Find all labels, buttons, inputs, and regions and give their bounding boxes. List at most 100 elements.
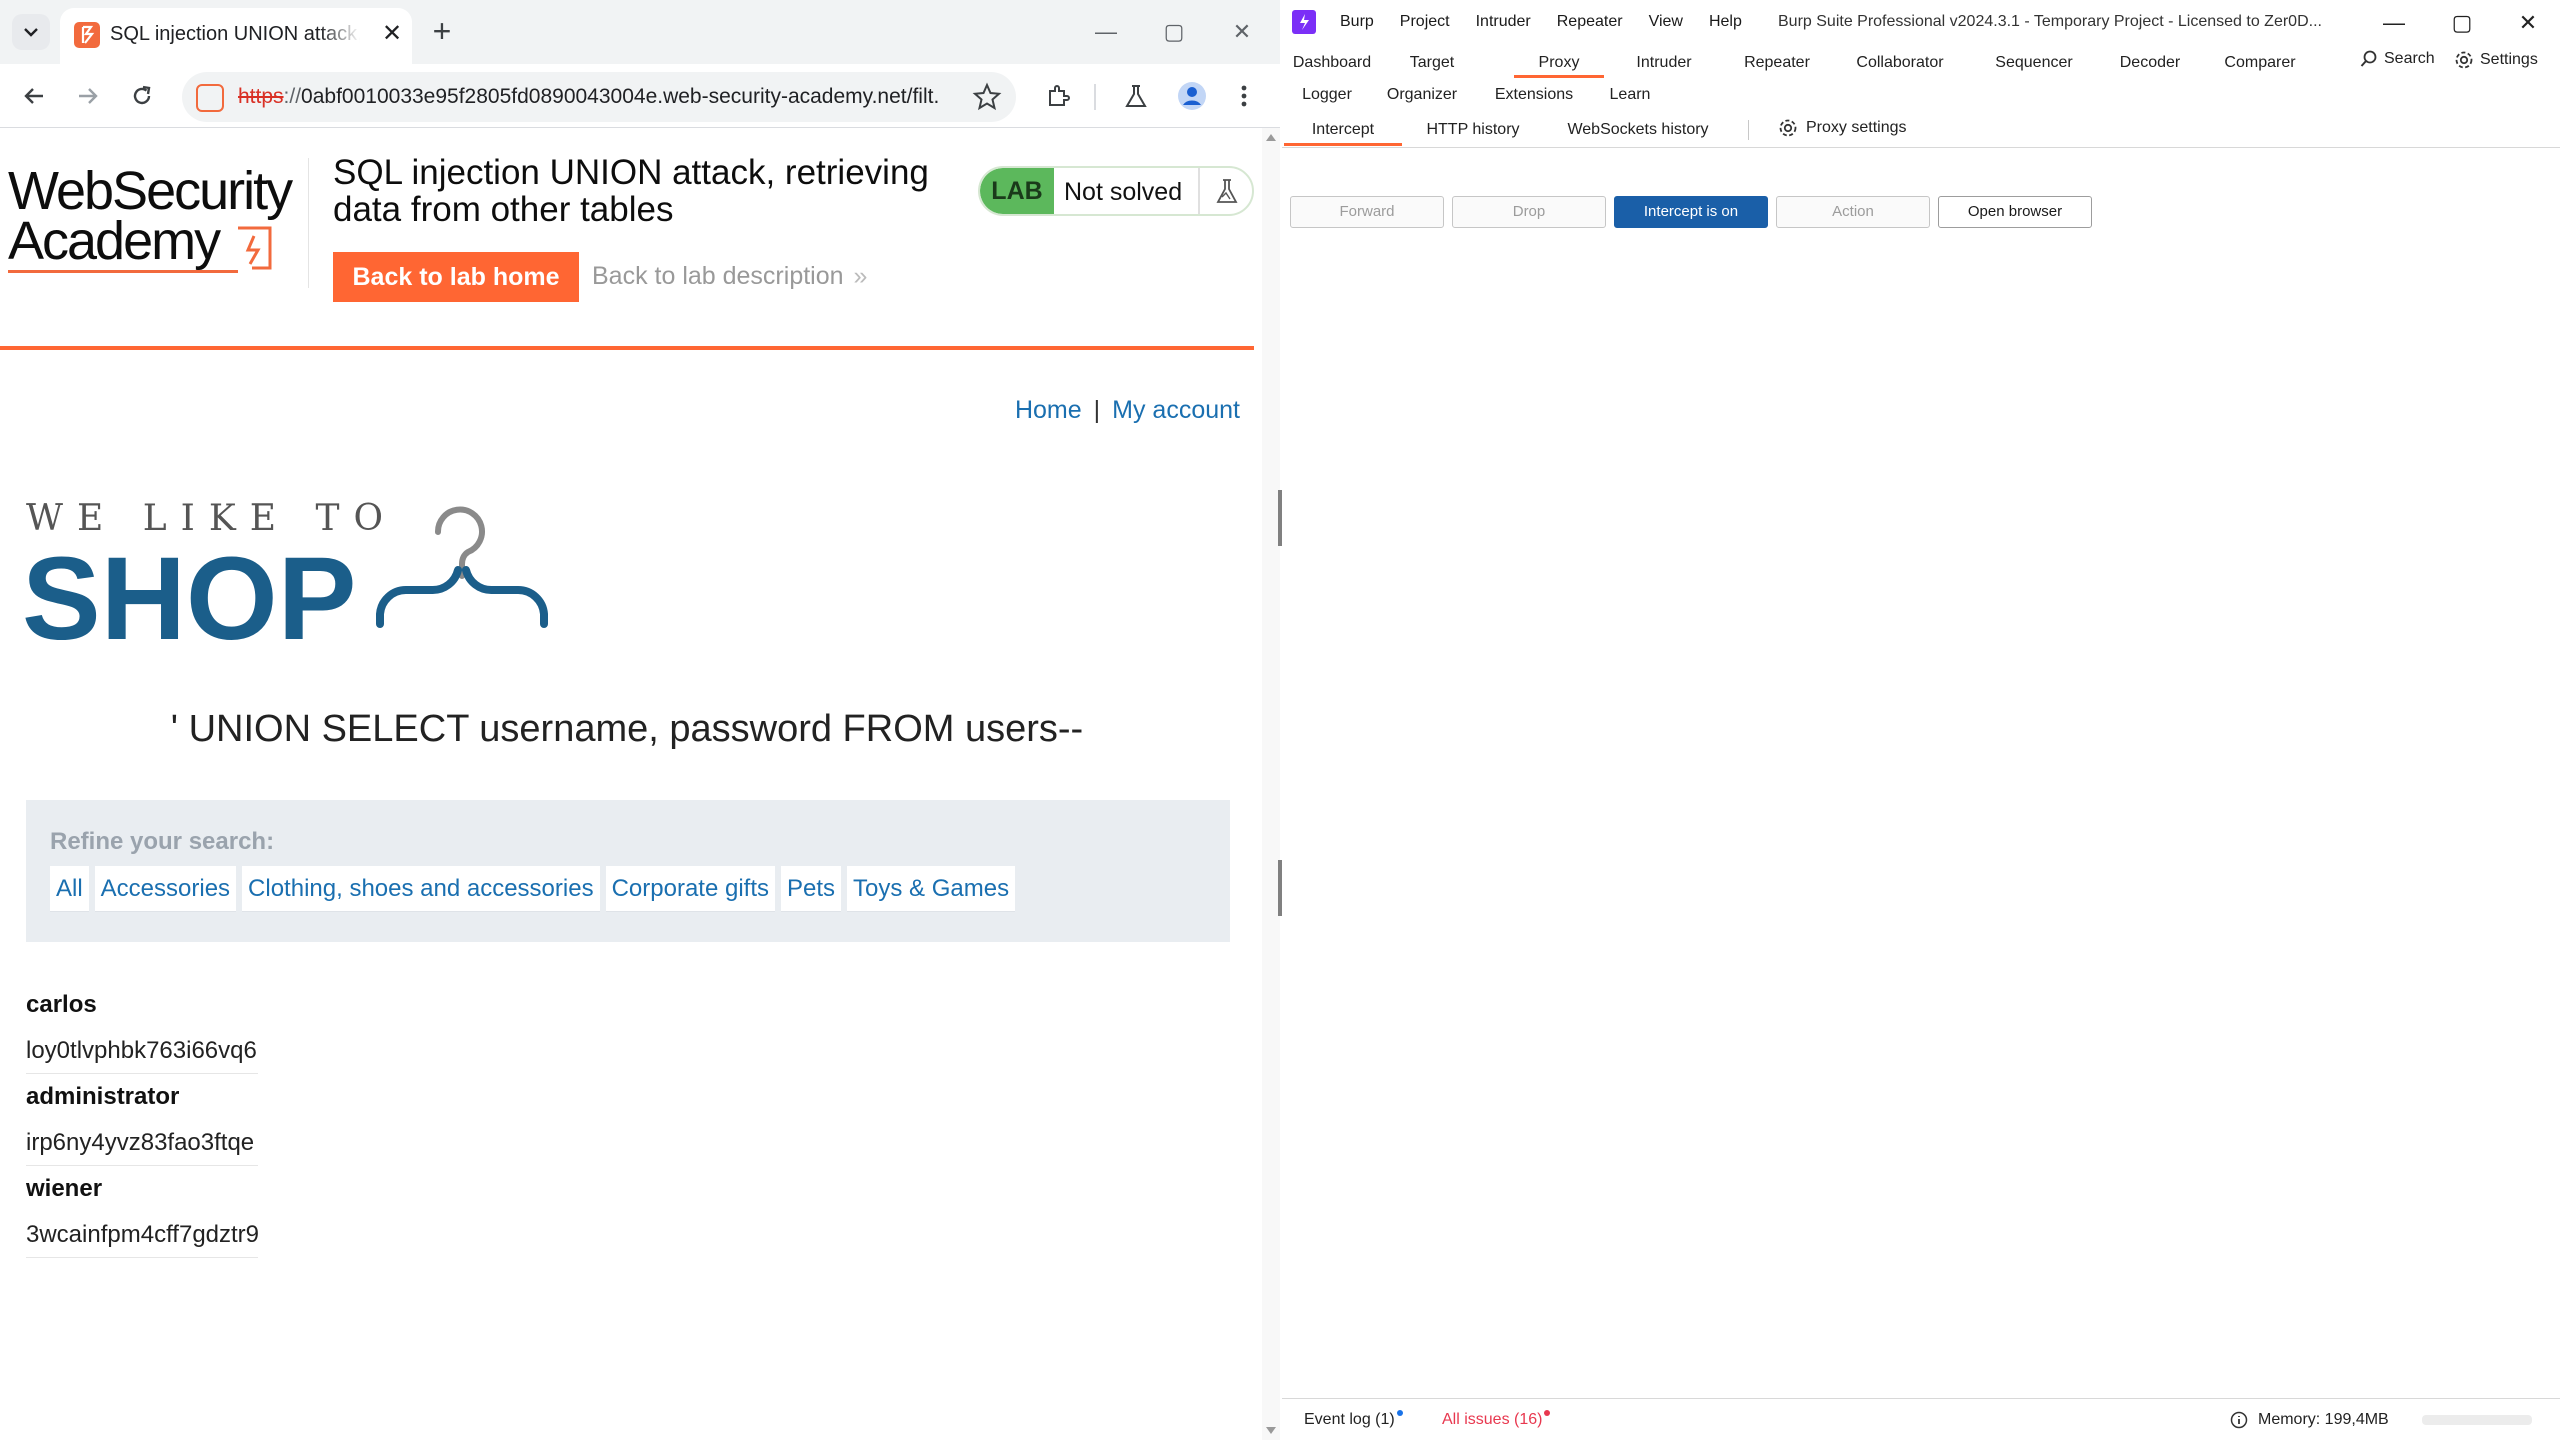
burp-close-button[interactable]: ✕ — [2508, 6, 2548, 40]
kebab-menu-icon[interactable] — [1226, 78, 1262, 114]
drop-button[interactable]: Drop — [1452, 196, 1606, 228]
tab-dashboard[interactable]: Dashboard — [1292, 48, 1372, 78]
tab-extensions[interactable]: Extensions — [1482, 80, 1586, 110]
proxy-settings-button[interactable]: Proxy settings — [1778, 118, 1906, 138]
tab-close-icon[interactable]: ✕ — [378, 20, 406, 48]
memory-usage-bar — [2422, 1415, 2532, 1425]
maximize-button[interactable]: ▢ — [1154, 12, 1194, 52]
memory-indicator: Memory: 199,4MB — [2230, 1411, 2389, 1429]
tab-intruder[interactable]: Intruder — [1618, 48, 1710, 78]
tab-organizer[interactable]: Organizer — [1374, 80, 1470, 110]
tab-title: SQL injection UNION attack, retrieving d… — [110, 23, 360, 46]
subtab-http-history[interactable]: HTTP history — [1414, 116, 1532, 146]
menu-view[interactable]: View — [1649, 13, 1683, 31]
result-password: loy0tlvphbk763i66vq6 — [26, 1028, 258, 1074]
burp-search-button[interactable]: Search — [2360, 50, 2435, 68]
filter-clothing[interactable]: Clothing, shoes and accessories — [242, 866, 600, 912]
back-to-lab-description-link[interactable]: Back to lab description» — [592, 262, 867, 291]
page-content: WebSecurity Academy SQL injection UNION … — [0, 128, 1270, 1440]
open-browser-button[interactable]: Open browser — [1938, 196, 2092, 228]
home-link[interactable]: Home — [1015, 396, 1082, 424]
burp-suite-window: Burp Project Intruder Repeater View Help… — [1278, 0, 2560, 1440]
forward-arrow-icon[interactable] — [70, 78, 106, 114]
gear-icon — [1779, 119, 1797, 137]
result-username: administrator — [26, 1083, 180, 1110]
lab-status-text: Not solved — [1064, 178, 1183, 206]
subtab-intercept[interactable]: Intercept — [1284, 116, 1402, 146]
action-button[interactable]: Action — [1776, 196, 1930, 228]
burp-main-tabs: Dashboard Target Proxy Intruder Repeater… — [1282, 46, 2560, 112]
menu-burp[interactable]: Burp — [1340, 13, 1374, 31]
bookmark-star-icon[interactable] — [972, 82, 1002, 112]
filter-all[interactable]: All — [50, 866, 89, 912]
hanger-icon — [376, 506, 548, 628]
event-notification-dot — [1396, 1410, 1403, 1416]
site-info-icon[interactable] — [196, 84, 224, 112]
minimize-button[interactable]: — — [1086, 12, 1126, 52]
search-icon — [2360, 50, 2377, 67]
toolbar-divider — [1094, 84, 1096, 110]
back-arrow-icon[interactable] — [16, 78, 52, 114]
browser-tab[interactable]: SQL injection UNION attack, retrieving d… — [60, 8, 412, 64]
page-scrollbar[interactable] — [1262, 128, 1280, 1440]
close-window-button[interactable]: ✕ — [1222, 12, 1262, 52]
address-bar[interactable]: https://0abf0010033e95f2805fd0890043004e… — [182, 72, 1016, 122]
results-table: carlos loy0tlvphbk763i66vq6 administrato… — [26, 982, 326, 1258]
back-to-lab-home-button[interactable]: Back to lab home — [333, 252, 579, 302]
proxy-subtabs: Intercept HTTP history WebSockets histor… — [1282, 112, 2560, 148]
burp-maximize-button[interactable]: ▢ — [2442, 6, 2482, 40]
double-chevron-icon: » — [853, 262, 868, 290]
scroll-down-arrow-icon[interactable] — [1266, 1427, 1276, 1434]
tab-proxy[interactable]: Proxy — [1514, 48, 1604, 78]
event-log-link[interactable]: Event log (1) — [1304, 1410, 1403, 1429]
menu-intruder[interactable]: Intruder — [1476, 13, 1531, 31]
subtab-websockets-history[interactable]: WebSockets history — [1552, 116, 1724, 146]
menu-project[interactable]: Project — [1400, 13, 1450, 31]
burp-settings-button[interactable]: Settings — [2454, 50, 2538, 70]
filter-corporate-gifts[interactable]: Corporate gifts — [605, 866, 775, 912]
portswigger-favicon-icon — [74, 22, 100, 48]
academy-mark-icon — [238, 226, 272, 270]
category-filters: All Accessories Clothing, shoes and acce… — [50, 866, 1016, 912]
burp-title-bar: Burp Project Intruder Repeater View Help… — [1282, 0, 2560, 46]
url-text[interactable]: https://0abf0010033e95f2805fd0890043004e… — [238, 85, 938, 109]
shop-logo-word: SHOP — [22, 533, 357, 665]
new-tab-button[interactable]: + — [424, 14, 460, 50]
filter-pets[interactable]: Pets — [780, 866, 842, 912]
tab-collaborator[interactable]: Collaborator — [1842, 48, 1958, 78]
profile-avatar-icon[interactable] — [1174, 78, 1210, 114]
burp-status-bar: Event log (1) All issues (16) Memory: 19… — [1282, 1398, 2560, 1440]
tab-sequencer[interactable]: Sequencer — [1982, 48, 2086, 78]
tab-decoder[interactable]: Decoder — [2108, 48, 2192, 78]
menu-help[interactable]: Help — [1709, 13, 1742, 31]
extensions-puzzle-icon[interactable] — [1040, 78, 1076, 114]
scroll-up-arrow-icon[interactable] — [1266, 134, 1276, 141]
my-account-link[interactable]: My account — [1112, 396, 1240, 424]
chevron-down-icon — [24, 28, 38, 37]
intercept-panel: Forward Drop Intercept is on Action Open… — [1282, 148, 2560, 1398]
tab-logger[interactable]: Logger — [1292, 80, 1362, 110]
tab-strip: SQL injection UNION attack, retrieving d… — [0, 0, 1280, 64]
tab-learn[interactable]: Learn — [1600, 80, 1660, 110]
burp-menu-bar: Burp Project Intruder Repeater View Help — [1340, 13, 1742, 31]
reload-icon[interactable] — [124, 78, 160, 114]
tab-target[interactable]: Target — [1402, 48, 1462, 78]
all-issues-link[interactable]: All issues (16) — [1442, 1410, 1551, 1429]
labs-flask-icon[interactable] — [1118, 78, 1154, 114]
issues-notification-dot — [1544, 1410, 1551, 1416]
menu-repeater[interactable]: Repeater — [1557, 13, 1623, 31]
lab-badge: LAB — [980, 168, 1054, 214]
forward-button[interactable]: Forward — [1290, 196, 1444, 228]
browser-window: SQL injection UNION attack, retrieving d… — [0, 0, 1280, 1440]
filter-toys-games[interactable]: Toys & Games — [847, 866, 1016, 912]
refine-search-panel: Refine your search: All Accessories Clot… — [26, 800, 1230, 942]
tab-comparer[interactable]: Comparer — [2210, 48, 2310, 78]
intercept-toggle-button[interactable]: Intercept is on — [1614, 196, 1768, 228]
filter-accessories[interactable]: Accessories — [94, 866, 237, 912]
web-security-academy-logo[interactable]: WebSecurity Academy — [8, 160, 308, 280]
burp-minimize-button[interactable]: — — [2374, 6, 2414, 40]
tab-repeater[interactable]: Repeater — [1730, 48, 1824, 78]
search-query-heading: ' UNION SELECT username, password FROM u… — [170, 708, 1084, 750]
tab-search-button[interactable] — [12, 14, 50, 50]
browser-toolbar: https://0abf0010033e95f2805fd0890043004e… — [0, 64, 1280, 128]
